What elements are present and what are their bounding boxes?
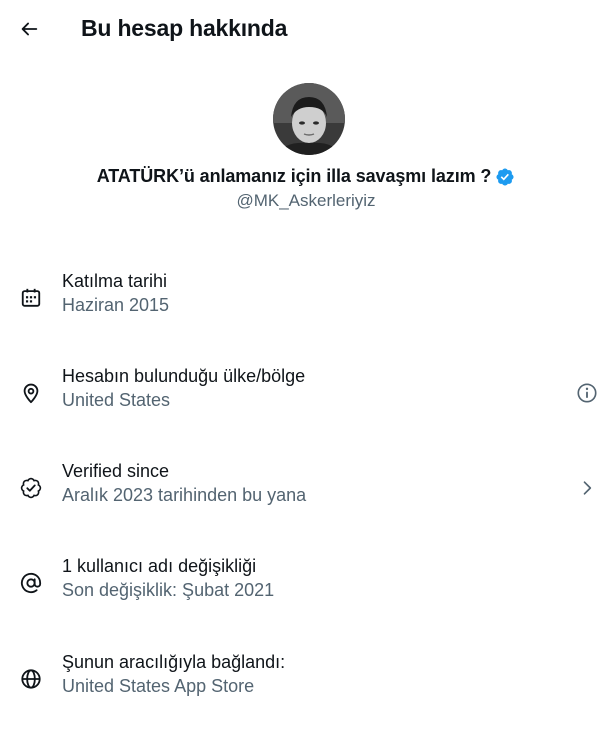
- arrow-left-icon: [21, 22, 38, 36]
- verified-details-button[interactable]: [574, 475, 600, 501]
- detail-row-connected-via: Şunun aracılığıyla bağlandı: United Stat…: [0, 652, 612, 708]
- profile-photo: [273, 83, 345, 155]
- info-icon: [577, 383, 597, 403]
- display-name: ATATÜRK’ü anlamanız için illa savaşmı la…: [96, 166, 492, 186]
- location-pin-icon: [19, 381, 43, 405]
- verified-check-icon: [19, 476, 43, 500]
- at-sign-icon: [19, 571, 43, 595]
- avatar[interactable]: [273, 83, 345, 155]
- username-changes-value: Son değişiklik: Şubat 2021: [62, 580, 275, 600]
- verified-since-value: Aralık 2023 tarihinden bu yana: [62, 485, 307, 505]
- top-bar: Bu hesap hakkında: [0, 0, 612, 60]
- join-date-value: Haziran 2015: [62, 295, 170, 315]
- calendar-icon: [19, 286, 43, 310]
- display-name-row: ATATÜRK’ü anlamanız için illa savaşmı la…: [0, 166, 612, 187]
- join-date-label: Katılma tarihi: [62, 271, 168, 291]
- connected-via-value: United States App Store: [62, 676, 255, 696]
- verified-since-label: Verified since: [62, 461, 170, 481]
- country-value: United States: [62, 390, 171, 410]
- verified-badge-icon: [495, 167, 515, 187]
- detail-row-country: Hesabın bulunduğu ülke/bölge United Stat…: [0, 366, 612, 422]
- chevron-right-icon: [583, 481, 592, 495]
- username-changes-label: 1 kullanıcı adı değişikliği: [62, 556, 257, 576]
- country-label: Hesabın bulunduğu ülke/bölge: [62, 366, 306, 386]
- connected-via-label: Şunun aracılığıyla bağlandı:: [62, 652, 286, 672]
- globe-icon: [19, 667, 43, 691]
- detail-row-verified[interactable]: Verified since Aralık 2023 tarihinden bu…: [0, 461, 612, 517]
- handle: @MK_Askerleriyiz: [236, 191, 376, 210]
- detail-row-username-changes: 1 kullanıcı adı değişikliği Son değişikl…: [0, 556, 612, 612]
- page-title: Bu hesap hakkında: [81, 15, 288, 41]
- detail-row-join-date: Katılma tarihi Haziran 2015: [0, 271, 612, 327]
- info-button[interactable]: [574, 380, 600, 406]
- back-button[interactable]: [12, 12, 46, 46]
